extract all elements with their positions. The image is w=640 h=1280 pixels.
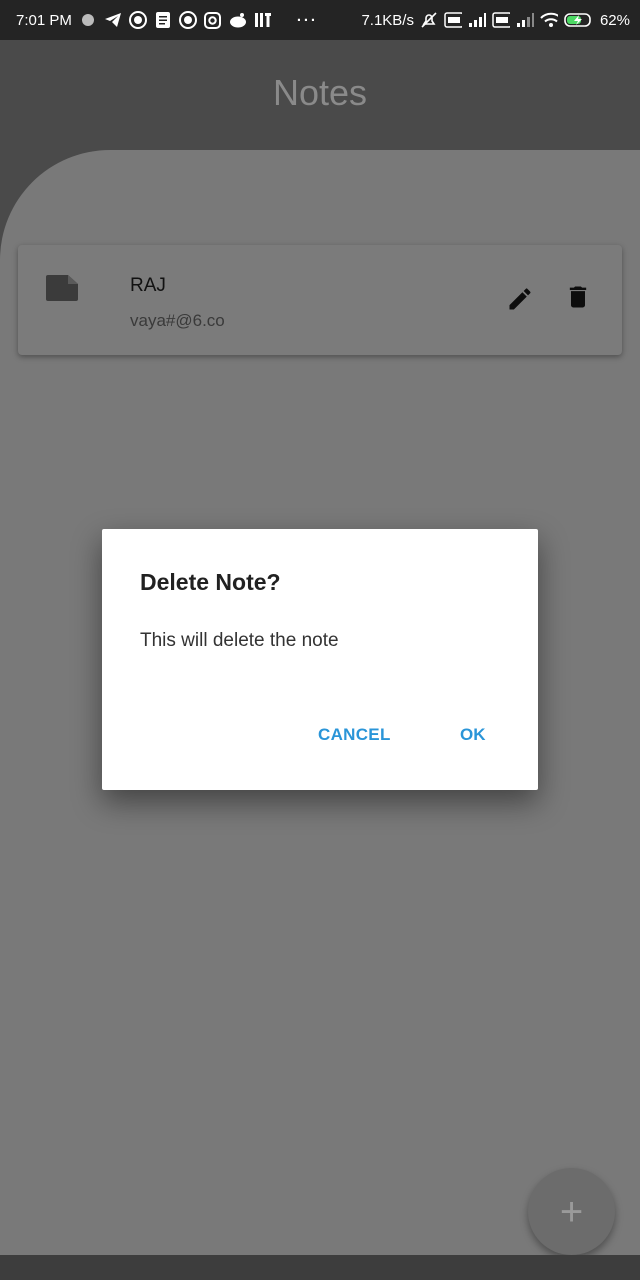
app-circle-icon-2 bbox=[178, 11, 197, 29]
delete-note-button[interactable] bbox=[560, 281, 596, 317]
plus-icon: + bbox=[559, 1189, 584, 1234]
document-icon bbox=[154, 11, 172, 29]
telegram-icon bbox=[104, 11, 122, 29]
volte-icon bbox=[444, 11, 462, 29]
reddit-icon bbox=[229, 11, 247, 29]
battery-level: 62% bbox=[599, 11, 630, 29]
note-icon bbox=[46, 275, 78, 301]
cancel-button[interactable]: CANCEL bbox=[318, 725, 391, 745]
status-bar: 7:01 PM ··· 7.1KB/s 62% bbox=[0, 0, 640, 40]
more-notifications-icon: ··· bbox=[296, 11, 318, 29]
ift-icon bbox=[254, 11, 272, 29]
instagram-icon bbox=[204, 11, 222, 29]
note-title: RAJ bbox=[130, 275, 166, 296]
notification-dot-icon bbox=[79, 11, 97, 29]
add-note-button[interactable]: + bbox=[528, 1168, 615, 1255]
note-subtitle: vaya#@6.co bbox=[130, 311, 225, 330]
signal-icon bbox=[468, 11, 486, 29]
pencil-icon bbox=[506, 285, 534, 318]
navigation-bar bbox=[0, 1255, 640, 1280]
status-time: 7:01 PM bbox=[16, 11, 72, 29]
ok-button[interactable]: OK bbox=[460, 725, 486, 745]
dialog-title: Delete Note? bbox=[140, 569, 281, 595]
trash-icon bbox=[564, 281, 592, 318]
signal-icon-2 bbox=[516, 11, 534, 29]
battery-charging-icon bbox=[564, 11, 594, 29]
note-list-item[interactable]: RAJ vaya#@6.co bbox=[18, 245, 622, 355]
alarm-off-icon bbox=[420, 11, 438, 29]
network-speed: 7.1KB/s bbox=[361, 11, 414, 29]
wifi-icon bbox=[540, 11, 558, 29]
volte-icon-2 bbox=[492, 11, 510, 29]
dialog-message: This will delete the note bbox=[140, 630, 339, 651]
page-title: Notes bbox=[272, 72, 368, 113]
app-circle-icon bbox=[128, 11, 147, 29]
edit-note-button[interactable] bbox=[502, 283, 538, 319]
delete-note-dialog: Delete Note? This will delete the note C… bbox=[102, 529, 538, 790]
